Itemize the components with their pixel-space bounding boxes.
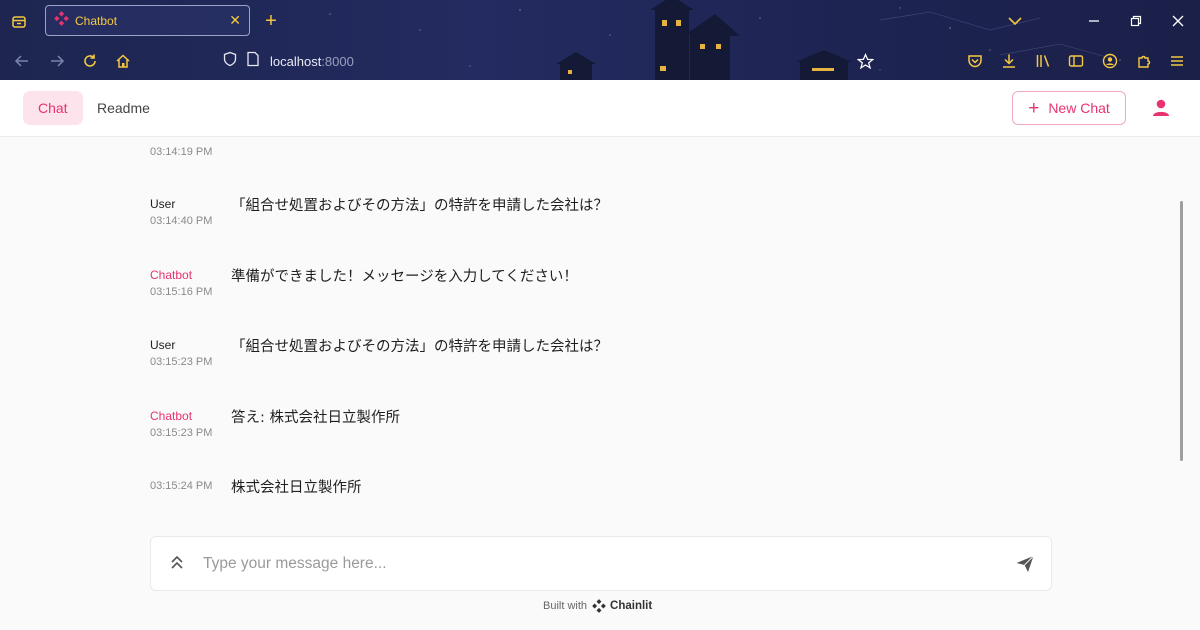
menu-icon[interactable] bbox=[1168, 52, 1186, 70]
message-time: 03:14:19 PM bbox=[150, 146, 213, 158]
back-icon[interactable] bbox=[13, 52, 31, 70]
library-icon[interactable] bbox=[1034, 52, 1052, 70]
list-all-tabs-icon[interactable] bbox=[1006, 12, 1024, 30]
new-chat-button[interactable]: + New Chat bbox=[1012, 91, 1126, 125]
browser-chrome: Chatbot ✕ + localhost:8000 bbox=[0, 0, 1200, 80]
chainlit-brand[interactable]: Chainlit bbox=[610, 600, 652, 612]
chainlit-logo-icon bbox=[54, 10, 69, 31]
navigation-toolbar: localhost :8000 bbox=[0, 42, 1200, 80]
message-time: 03:15:23 PM bbox=[150, 356, 213, 368]
expand-icon[interactable] bbox=[169, 554, 187, 574]
built-with-label: Built with bbox=[543, 600, 588, 612]
message-time-partial: 03:14:19 PM bbox=[150, 146, 212, 158]
message-meta: Chatbot 03:15:16 PM bbox=[150, 268, 212, 298]
message-list: 03:14:19 PM User 03:14:40 PM 「組合せ処置およびその… bbox=[0, 137, 1200, 532]
url-host: localhost bbox=[270, 53, 322, 69]
message-author: Chatbot bbox=[150, 268, 193, 282]
built-with-footer: Built with Chainlit bbox=[543, 599, 652, 613]
chainlit-logo-icon bbox=[592, 599, 606, 613]
tab-chat[interactable]: Chat bbox=[23, 91, 83, 125]
page-icon[interactable] bbox=[246, 51, 260, 72]
message-time: 03:15:24 PM bbox=[150, 480, 213, 492]
message-author: User bbox=[150, 338, 176, 352]
reload-icon[interactable] bbox=[81, 52, 99, 70]
message-meta: User 03:14:40 PM bbox=[150, 197, 212, 227]
url-port: :8000 bbox=[321, 53, 354, 69]
message-text: 「組合せ処置およびその方法」の特許を申請した会社は？ bbox=[231, 339, 608, 355]
app-header: Chat Readme + New Chat bbox=[0, 80, 1200, 137]
user-avatar-icon[interactable] bbox=[1150, 97, 1172, 119]
sidebar-icon[interactable] bbox=[1067, 52, 1085, 70]
minimize-icon[interactable] bbox=[1086, 13, 1102, 29]
message-meta: 03:15:24 PM bbox=[150, 480, 212, 492]
downloads-icon[interactable] bbox=[1000, 52, 1018, 70]
close-tab-icon[interactable]: ✕ bbox=[229, 12, 241, 29]
message-composer bbox=[150, 536, 1052, 591]
extensions-icon[interactable] bbox=[1135, 52, 1153, 70]
message-text: 「組合せ処置およびその方法」の特許を申請した会社は？ bbox=[231, 198, 608, 214]
shield-icon[interactable] bbox=[222, 51, 238, 72]
tab-title: Chatbot bbox=[75, 13, 118, 28]
message-meta: User 03:15:23 PM bbox=[150, 338, 212, 368]
message-text: 答え: 株式会社日立製作所 bbox=[231, 410, 400, 426]
message-time: 03:14:40 PM bbox=[150, 215, 213, 227]
pocket-icon[interactable] bbox=[966, 52, 984, 70]
message-meta: Chatbot 03:15:23 PM bbox=[150, 409, 212, 439]
forward-icon[interactable] bbox=[48, 52, 66, 70]
message-time: 03:15:16 PM bbox=[150, 286, 213, 298]
send-icon[interactable] bbox=[1015, 554, 1035, 574]
message-text: 株式会社日立製作所 bbox=[231, 480, 362, 496]
new-tab-button[interactable]: + bbox=[262, 11, 280, 31]
message-input[interactable] bbox=[203, 547, 983, 581]
home-icon[interactable] bbox=[114, 52, 132, 70]
message-author: User bbox=[150, 197, 176, 211]
tab-readme[interactable]: Readme bbox=[82, 91, 165, 125]
message-author: Chatbot bbox=[150, 409, 193, 423]
address-bar[interactable]: localhost :8000 bbox=[222, 50, 382, 72]
restore-icon[interactable] bbox=[1128, 13, 1144, 29]
tab-strip: Chatbot ✕ + bbox=[0, 0, 1200, 42]
account-icon[interactable] bbox=[1101, 52, 1119, 70]
message-text: 準備ができました！メッセージを入力してください！ bbox=[231, 269, 578, 285]
plus-icon: + bbox=[1028, 97, 1040, 119]
tab-chatbot[interactable]: Chatbot ✕ bbox=[45, 5, 250, 36]
bookmark-star-icon[interactable] bbox=[856, 52, 874, 70]
scrollbar[interactable] bbox=[1180, 201, 1183, 461]
message-time: 03:15:23 PM bbox=[150, 427, 213, 439]
new-chat-label: New Chat bbox=[1048, 100, 1110, 116]
tab-overview-icon[interactable] bbox=[10, 13, 28, 31]
close-window-icon[interactable] bbox=[1170, 13, 1186, 29]
